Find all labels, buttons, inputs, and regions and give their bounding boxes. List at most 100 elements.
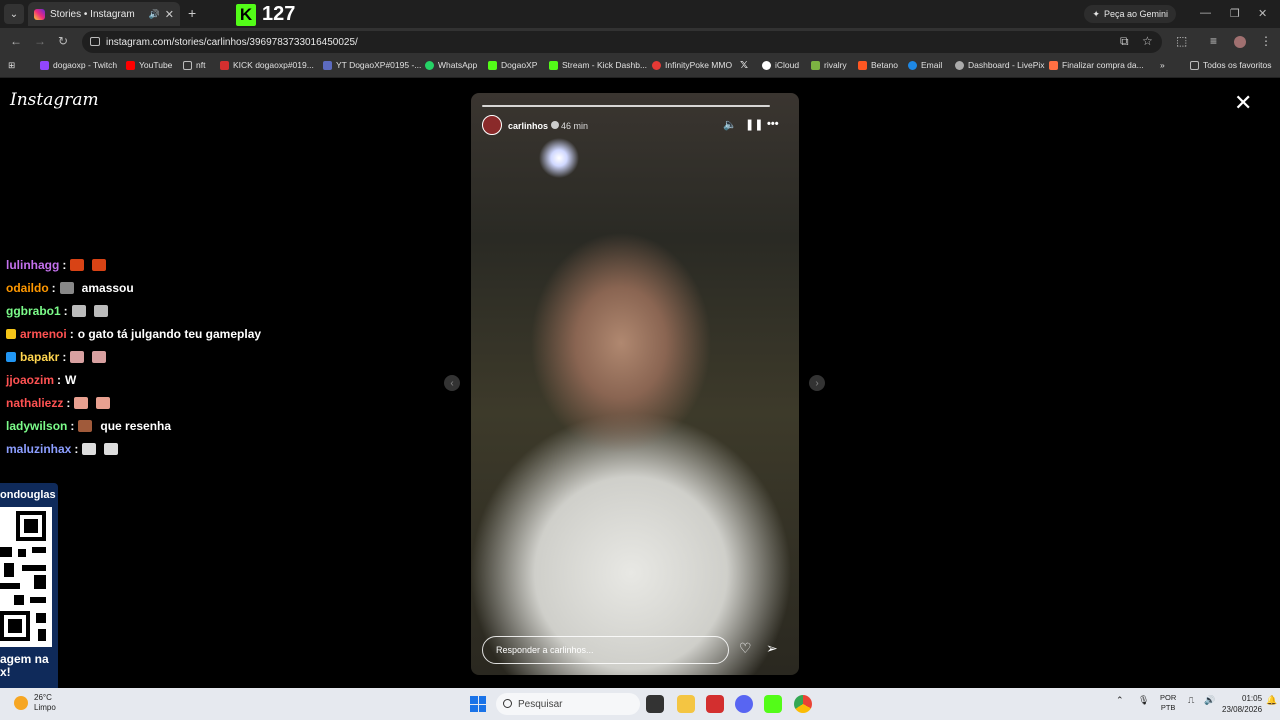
chat-emote-icon <box>104 443 119 455</box>
apps-grid-icon[interactable]: ⊞ <box>8 60 15 71</box>
bookmark-twitch[interactable]: dogaoxp - Twitch <box>40 60 117 70</box>
email-icon <box>908 60 917 70</box>
more-bookmarks-icon[interactable]: » <box>1160 60 1165 70</box>
gemini-button[interactable]: ✦ Peça ao Gemini <box>1084 5 1176 23</box>
kebab-menu-icon[interactable]: ⋮ <box>1260 34 1272 48</box>
bookmark-star-icon[interactable]: ☆ <box>1142 34 1153 48</box>
bookmark-whatsapp[interactable]: WhatsApp <box>425 60 477 70</box>
tray-overflow-chevron-icon[interactable]: ⌃ <box>1116 695 1124 706</box>
microphone-icon[interactable]: 🎙 <box>1138 695 1149 706</box>
taskbar-search-field[interactable]: Pesquisar <box>496 693 640 715</box>
minimize-icon[interactable]: — <box>1200 7 1211 19</box>
chat-username: ladywilson <box>6 419 68 433</box>
close-story-icon[interactable]: ✕ <box>1234 92 1252 114</box>
reload-icon[interactable]: ↻ <box>58 34 68 48</box>
volume-icon[interactable]: 🔊 <box>1204 695 1215 706</box>
media-control-icon[interactable]: ≡ <box>1210 34 1217 48</box>
gemini-label: Peça ao Gemini <box>1103 9 1168 19</box>
bookmark-kick-dogaoxp[interactable]: KICK dogaoxp#019... <box>220 60 314 70</box>
next-story-arrow-icon[interactable]: › <box>809 375 825 391</box>
all-favorites-folder[interactable]: Todos os favoritos <box>1190 60 1272 70</box>
chat-emote-icon <box>78 420 93 432</box>
weather-sun-icon <box>14 696 28 710</box>
story-user-avatar[interactable] <box>482 115 502 135</box>
task-view-icon[interactable] <box>646 695 664 713</box>
betano-icon <box>858 60 867 70</box>
pause-icon[interactable]: ❚❚ <box>745 118 763 131</box>
extensions-icon[interactable]: ⬚ <box>1176 34 1187 48</box>
site-info-icon[interactable] <box>90 37 100 46</box>
bookmark-infinitypoke[interactable]: InfinityPoke MMO <box>652 60 732 70</box>
bookmark-youtube[interactable]: YouTube <box>126 60 172 70</box>
bookmark-icloud[interactable]: iCloud <box>762 60 799 70</box>
story-username[interactable]: carlinhos <box>508 121 560 131</box>
windows-start-icon[interactable] <box>470 696 486 712</box>
bookmark-label: Betano <box>871 60 898 70</box>
back-arrow-icon[interactable]: ← <box>10 34 22 48</box>
discord-icon[interactable] <box>735 695 753 713</box>
kick-icon <box>549 60 558 70</box>
bookmark-finalizar-compra[interactable]: Finalizar compra da... <box>1049 60 1144 70</box>
cast-icon[interactable]: ⧉ <box>1120 34 1129 49</box>
chat-emote-icon <box>92 259 107 271</box>
chat-username: ggbrabo1 <box>6 304 61 318</box>
chat-username: nathaliezz <box>6 396 64 410</box>
forward-arrow-icon[interactable]: → <box>34 34 46 48</box>
clock-time: 01:05 <box>1242 694 1263 703</box>
bookmark-label: iCloud <box>775 60 800 70</box>
story-progress-bar <box>482 105 770 107</box>
anydesk-icon[interactable] <box>706 695 724 713</box>
chat-emote-icon <box>74 397 89 409</box>
close-tab-icon[interactable]: ✕ <box>165 8 174 21</box>
bookmark-rivalry[interactable]: rivalry <box>811 60 847 70</box>
network-icon[interactable]: ⎍ <box>1188 695 1194 706</box>
instagram-story-page: Instagram ✕ lulinhagg: odaildo: amassou ggb… <box>0 78 1280 688</box>
kick-viewer-count: 127 <box>262 3 296 25</box>
bookmark-livepix[interactable]: Dashboard - LivePix <box>955 60 1045 70</box>
profile-avatar-icon[interactable] <box>1234 36 1246 48</box>
bookmark-label: Finalizar compra da... <box>1062 60 1144 70</box>
language-code: POR <box>1160 693 1177 702</box>
story-timestamp: 46 min <box>561 121 589 131</box>
instagram-logo[interactable]: Instagram <box>10 90 99 110</box>
bookmark-email[interactable]: Email <box>908 60 942 70</box>
bookmark-x[interactable]: 𝕏 <box>740 60 748 71</box>
mute-speaker-icon[interactable]: 🔈 <box>723 118 737 131</box>
bookmark-label: Email <box>921 60 943 70</box>
file-explorer-icon[interactable] <box>677 695 695 713</box>
speaker-icon[interactable]: 🔊 <box>149 9 160 20</box>
bookmark-betano[interactable]: Betano <box>858 60 898 70</box>
previous-story-arrow-icon[interactable]: ‹ <box>444 375 460 391</box>
reply-input[interactable]: Responder a carlinhos... <box>482 636 729 664</box>
url-field[interactable]: instagram.com/stories/carlinhos/39697837… <box>82 31 1162 53</box>
restore-icon[interactable]: ❐ <box>1230 7 1240 20</box>
browser-tab-instagram[interactable]: Stories • Instagram 🔊 ✕ <box>28 2 180 26</box>
bookmark-kick-dashboard[interactable]: Stream - Kick Dashb... <box>549 60 647 70</box>
chat-message: bapakr: <box>6 350 110 364</box>
kick-app-icon[interactable] <box>764 695 782 713</box>
like-heart-icon[interactable]: ♡ <box>739 640 752 657</box>
bookmark-yt-dogaoxp[interactable]: YT DogaoXP#0195 -... <box>323 60 421 70</box>
bookmark-dogaoxp[interactable]: DogaoXP <box>488 60 537 70</box>
search-placeholder: Pesquisar <box>518 698 563 710</box>
bookmark-label: Stream - Kick Dashb... <box>562 60 648 70</box>
chat-emote-icon <box>59 282 74 294</box>
chat-separator: : <box>57 373 62 387</box>
bookmark-nft[interactable]: nft <box>183 60 205 70</box>
story-viewer[interactable]: carlinhos 46 min 🔈 ❚❚ ••• Responder a ca… <box>471 93 799 675</box>
bookmark-label: rivalry <box>824 60 847 70</box>
language-indicator[interactable]: POR PTB <box>1160 693 1176 713</box>
weather-widget[interactable]: 26°C Limpo <box>14 693 56 713</box>
tab-search-button[interactable]: ⌄ <box>4 4 24 24</box>
close-window-icon[interactable]: ✕ <box>1258 7 1267 20</box>
more-options-icon[interactable]: ••• <box>767 118 779 130</box>
share-send-icon[interactable]: ➢ <box>766 640 778 657</box>
chat-message: nathaliezz: <box>6 396 114 410</box>
chrome-icon[interactable] <box>794 695 812 713</box>
tab-bar: ⌄ Stories • Instagram 🔊 ✕ + K 127 ✦ Peça… <box>0 0 1280 28</box>
discord-icon <box>323 60 332 70</box>
bookmarks-bar: ⊞ dogaoxp - Twitch YouTube nft KICK doga… <box>0 56 1280 78</box>
new-tab-button[interactable]: + <box>188 5 196 21</box>
system-clock[interactable]: 01:05 23/08/2026 <box>1222 693 1262 715</box>
notification-bell-icon[interactable]: 🔔 <box>1266 695 1277 706</box>
